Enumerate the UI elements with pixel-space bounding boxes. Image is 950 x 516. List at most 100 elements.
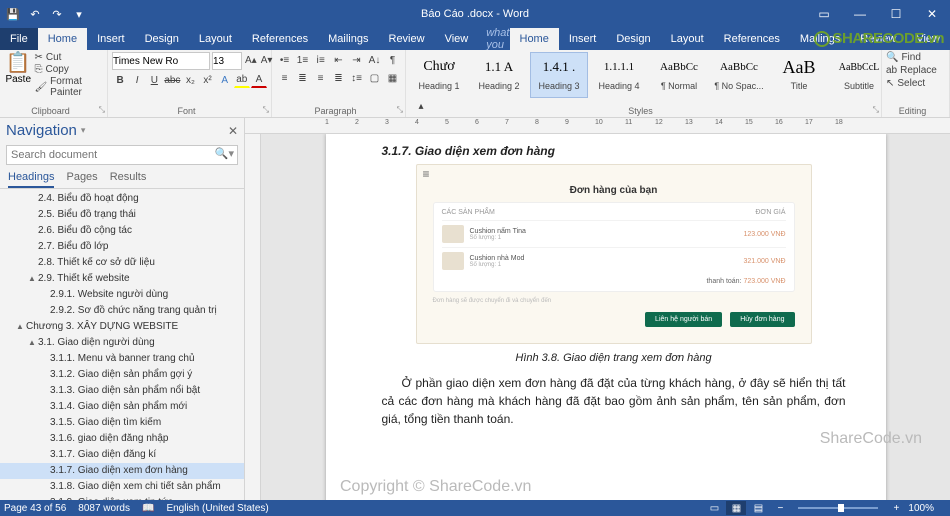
- nav-tab-pages[interactable]: Pages: [66, 171, 97, 188]
- zoom-slider[interactable]: [798, 507, 878, 509]
- multilevel-list-icon[interactable]: ⅰ≡: [312, 52, 329, 68]
- style-heading1[interactable]: ChươHeading 1: [410, 52, 468, 98]
- tab-mailings[interactable]: Mailings: [318, 28, 378, 50]
- zoom-in-icon[interactable]: +: [886, 501, 906, 515]
- nav-tab-results[interactable]: Results: [110, 171, 147, 188]
- align-left-icon[interactable]: ≡: [276, 70, 293, 86]
- bold-button[interactable]: B: [112, 72, 128, 88]
- borders-icon[interactable]: ▦: [384, 70, 401, 86]
- word-count[interactable]: 8087 words: [78, 503, 130, 514]
- subscript-button[interactable]: x₂: [182, 72, 198, 88]
- strikethrough-button[interactable]: abc: [163, 72, 181, 88]
- format-painter-button[interactable]: 🖌Format Painter: [34, 76, 103, 98]
- replace-button[interactable]: abReplace: [886, 65, 945, 76]
- tab-review[interactable]: Review: [850, 28, 906, 50]
- ruler-vertical[interactable]: [245, 134, 261, 500]
- style-title[interactable]: AaBTitle: [770, 52, 828, 98]
- nav-heading-item[interactable]: 2.7. Biểu đồ lớp: [0, 239, 244, 255]
- underline-button[interactable]: U: [146, 72, 162, 88]
- ribbon-options-icon[interactable]: ▭: [806, 0, 842, 28]
- nav-heading-item[interactable]: 2.8. Thiết kế cơ sở dữ liệu: [0, 255, 244, 271]
- highlight-color-icon[interactable]: ab: [234, 72, 250, 88]
- language-indicator[interactable]: English (United States): [166, 503, 268, 514]
- find-button[interactable]: 🔍Find: [886, 52, 945, 63]
- paste-button[interactable]: 📋 Paste: [4, 52, 32, 98]
- dialog-launcher-icon[interactable]: ⤡: [873, 105, 879, 115]
- justify-icon[interactable]: ≣: [330, 70, 347, 86]
- tab-home[interactable]: Home: [510, 28, 559, 50]
- minimize-icon[interactable]: —: [842, 0, 878, 28]
- maximize-icon[interactable]: ☐: [878, 0, 914, 28]
- style-subtitle[interactable]: AaBbCcLSubtitle: [830, 52, 882, 98]
- search-icon[interactable]: 🔍▾: [215, 147, 234, 160]
- tab-references[interactable]: References: [714, 28, 790, 50]
- close-nav-icon[interactable]: ✕: [228, 124, 238, 138]
- dialog-launcher-icon[interactable]: ⤡: [99, 105, 105, 115]
- font-size-combo[interactable]: [212, 52, 242, 70]
- text-effects-icon[interactable]: A: [217, 72, 233, 88]
- nav-heading-item[interactable]: 2.9.2. Sơ đồ chức năng trang quản trị: [0, 303, 244, 319]
- tab-home[interactable]: Home: [38, 28, 87, 50]
- nav-heading-item[interactable]: 3.1.8. Giao diện xem chi tiết sản phẩm: [0, 479, 244, 495]
- copy-button[interactable]: ⎘Copy: [34, 64, 103, 75]
- numbering-icon[interactable]: 1≡: [294, 52, 311, 68]
- nav-heading-item[interactable]: 3.1.6. giao diện đăng nhập: [0, 431, 244, 447]
- nav-heading-item[interactable]: 3.1.7. Giao diện xem đơn hàng: [0, 463, 244, 479]
- style-nospac[interactable]: AaBbCc¶ No Spac...: [710, 52, 768, 98]
- close-icon[interactable]: ✕: [914, 0, 950, 28]
- nav-tree[interactable]: 2.4. Biểu đồ hoạt động2.5. Biểu đồ trạng…: [0, 189, 244, 500]
- nav-heading-item[interactable]: 3.1.4. Giao diện sản phẩm mới: [0, 399, 244, 415]
- tab-design[interactable]: Design: [606, 28, 660, 50]
- print-layout-icon[interactable]: ▦: [726, 501, 746, 515]
- nav-tab-headings[interactable]: Headings: [8, 171, 54, 188]
- undo-icon[interactable]: ↶: [26, 5, 44, 23]
- style-heading3[interactable]: 1.4.1 .Heading 3: [530, 52, 588, 98]
- tab-design[interactable]: Design: [135, 28, 189, 50]
- nav-heading-item[interactable]: 3.1.2. Giao diện sản phẩm gợi ý: [0, 367, 244, 383]
- select-button[interactable]: ↖Select: [886, 78, 945, 89]
- nav-heading-item[interactable]: 2.4. Biểu đồ hoạt động: [0, 191, 244, 207]
- tab-file[interactable]: File: [0, 28, 38, 50]
- nav-heading-item[interactable]: ▲2.9. Thiết kế website: [0, 271, 244, 287]
- tab-insert[interactable]: Insert: [87, 28, 135, 50]
- search-input[interactable]: [6, 145, 238, 165]
- superscript-button[interactable]: x²: [200, 72, 216, 88]
- ruler-horizontal[interactable]: 123456789101112131415161718: [245, 118, 950, 134]
- tab-review[interactable]: Review: [379, 28, 435, 50]
- read-mode-icon[interactable]: ▭: [704, 501, 724, 515]
- save-icon[interactable]: 💾: [4, 5, 22, 23]
- tab-view[interactable]: View: [906, 28, 950, 50]
- nav-heading-item[interactable]: ▲3.1. Giao diện người dùng: [0, 335, 244, 351]
- redo-icon[interactable]: ↷: [48, 5, 66, 23]
- decrease-indent-icon[interactable]: ⇤: [330, 52, 347, 68]
- dialog-launcher-icon[interactable]: ⤡: [263, 105, 269, 115]
- tab-view[interactable]: View: [435, 28, 479, 50]
- nav-heading-item[interactable]: 3.1.7. Giao diện đăng kí: [0, 447, 244, 463]
- bullets-icon[interactable]: •≡: [276, 52, 293, 68]
- font-name-combo[interactable]: [112, 52, 210, 70]
- nav-heading-item[interactable]: 3.1.3. Giao diện sản phẩm nổi bật: [0, 383, 244, 399]
- nav-dropdown-icon[interactable]: ▾: [81, 125, 86, 136]
- nav-heading-item[interactable]: 3.1.1. Menu và banner trang chủ: [0, 351, 244, 367]
- align-center-icon[interactable]: ≣: [294, 70, 311, 86]
- document-scroll[interactable]: 3.1.7. Giao diện xem đơn hàng ≡ Đơn hàng…: [261, 134, 950, 500]
- cut-button[interactable]: ✂Cut: [34, 52, 103, 63]
- nav-heading-item[interactable]: 3.1.5. Giao diện tìm kiếm: [0, 415, 244, 431]
- qat-more-icon[interactable]: ▾: [70, 5, 88, 23]
- nav-heading-item[interactable]: 2.9.1. Website người dùng: [0, 287, 244, 303]
- tab-layout[interactable]: Layout: [661, 28, 714, 50]
- italic-button[interactable]: I: [129, 72, 145, 88]
- sort-icon[interactable]: A↓: [366, 52, 383, 68]
- font-color-icon[interactable]: A: [251, 72, 267, 88]
- zoom-out-icon[interactable]: −: [770, 501, 790, 515]
- shading-icon[interactable]: ▢: [366, 70, 383, 86]
- nav-heading-item[interactable]: 2.5. Biểu đồ trạng thái: [0, 207, 244, 223]
- align-right-icon[interactable]: ≡: [312, 70, 329, 86]
- line-spacing-icon[interactable]: ↕≡: [348, 70, 365, 86]
- dialog-launcher-icon[interactable]: ⤡: [397, 105, 403, 115]
- increase-indent-icon[interactable]: ⇥: [348, 52, 365, 68]
- style-heading2[interactable]: 1.1 AHeading 2: [470, 52, 528, 98]
- nav-heading-item[interactable]: ▲Chương 3. XÂY DỰNG WEBSITE: [0, 319, 244, 335]
- style-normal[interactable]: AaBbCc¶ Normal: [650, 52, 708, 98]
- tab-layout[interactable]: Layout: [189, 28, 242, 50]
